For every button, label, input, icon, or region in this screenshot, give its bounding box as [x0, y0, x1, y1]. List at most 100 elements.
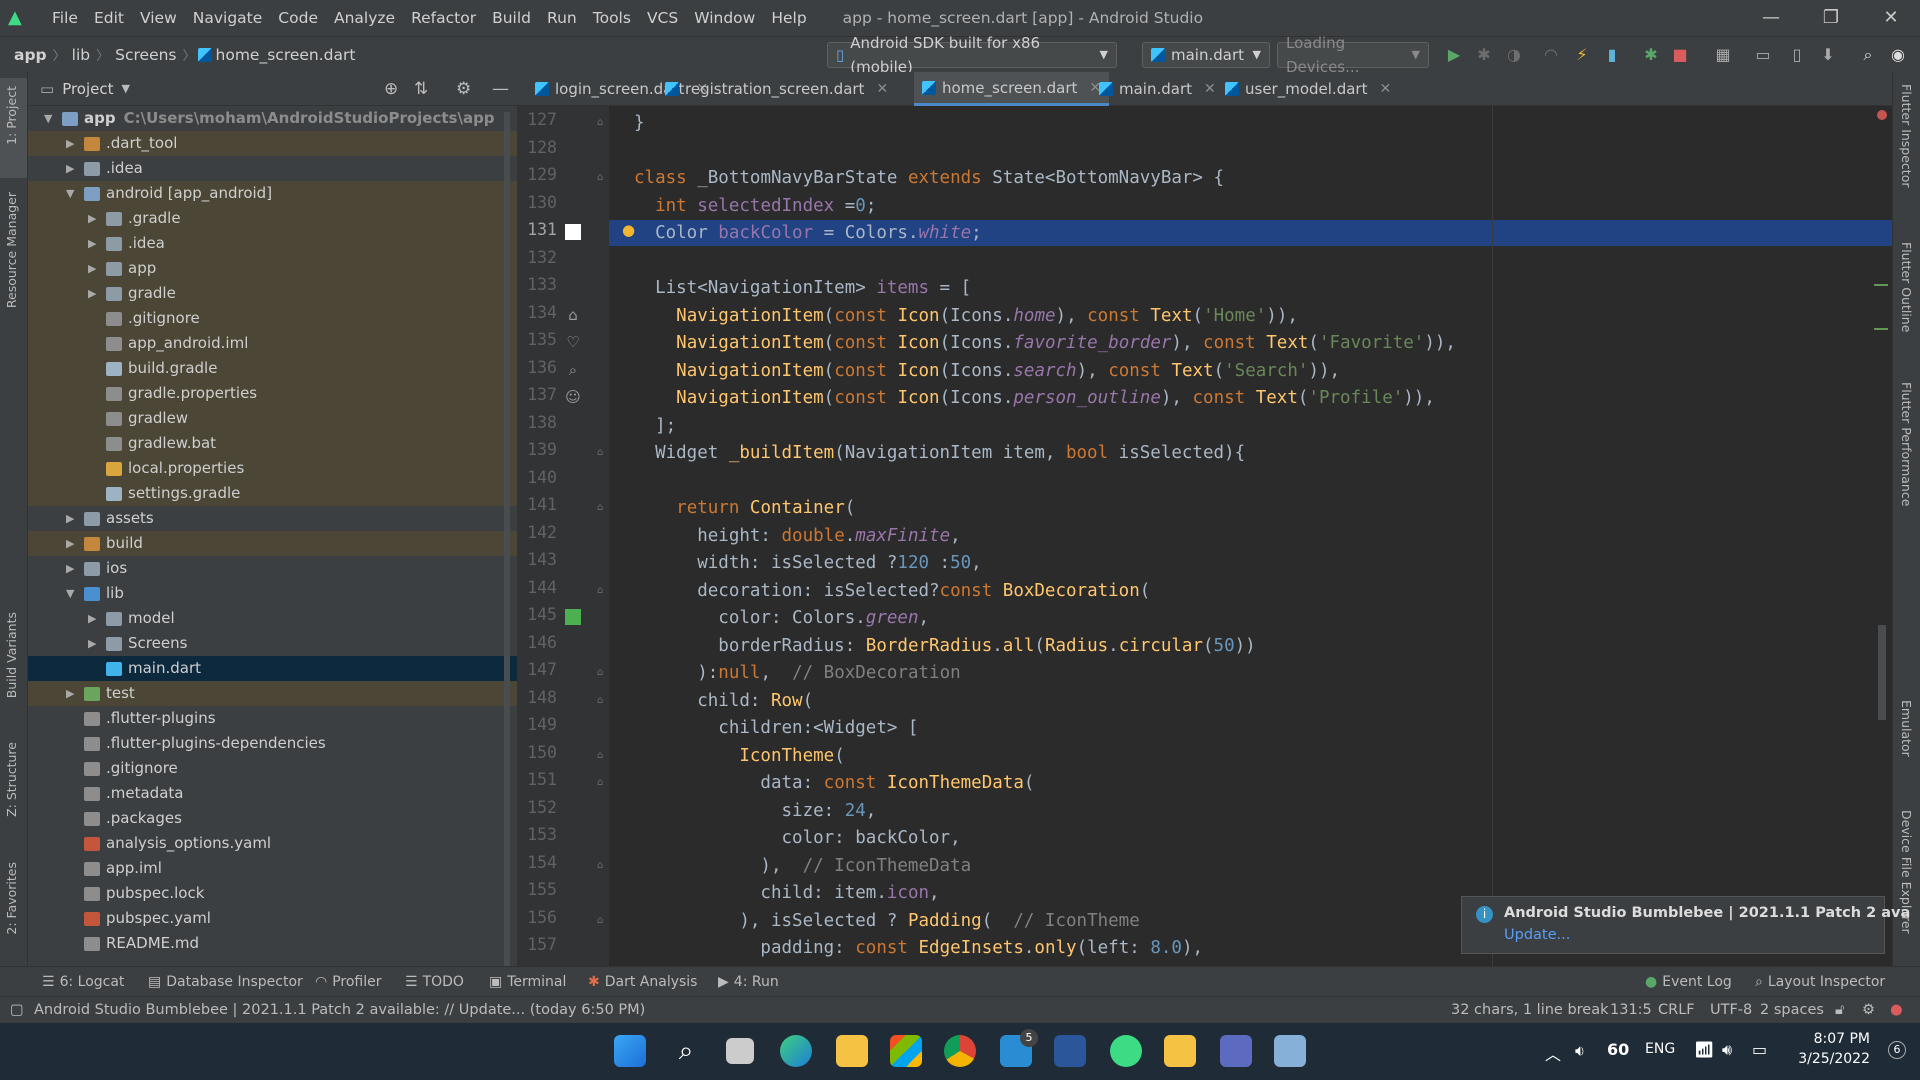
- fold-icon[interactable]: ⌂: [597, 502, 603, 513]
- tool-tab-run[interactable]: ▶ 4: Run: [718, 967, 779, 997]
- code-line[interactable]: ), isSelected ? Padding( // IconTheme: [634, 908, 1139, 935]
- breadcrumb-file[interactable]: home_screen.dart: [212, 46, 360, 64]
- gutter-icon[interactable]: ⌂: [565, 307, 581, 323]
- breadcrumb-screens[interactable]: Screens: [111, 46, 180, 64]
- gear-icon[interactable]: ⚙: [456, 79, 471, 99]
- tree-item[interactable]: ▶ .gradle: [28, 206, 517, 231]
- code-line[interactable]: borderRadius: BorderRadius.all(Radius.ci…: [634, 633, 1255, 660]
- run-config-select[interactable]: main.dart ▼: [1142, 42, 1270, 68]
- error-indicator-icon[interactable]: [1877, 110, 1887, 120]
- menu-help[interactable]: Help: [763, 0, 814, 36]
- notification-count[interactable]: 6: [1888, 1041, 1906, 1059]
- tree-item[interactable]: .metadata: [28, 781, 517, 806]
- tree-item[interactable]: ▶ model: [28, 606, 517, 631]
- menu-build[interactable]: Build: [484, 0, 539, 36]
- file-encoding[interactable]: UTF-8: [1710, 997, 1752, 1024]
- code-line[interactable]: child: Row(: [634, 688, 813, 715]
- color-preview-icon[interactable]: [565, 609, 581, 625]
- tree-item[interactable]: pubspec.lock: [28, 881, 517, 906]
- indent-setting[interactable]: 2 spaces: [1760, 997, 1824, 1024]
- menu-analyze[interactable]: Analyze: [326, 0, 403, 36]
- tree-item[interactable]: .packages: [28, 806, 517, 831]
- word-icon[interactable]: [1054, 1035, 1086, 1067]
- caret-position[interactable]: 131:5: [1610, 997, 1652, 1024]
- fold-icon[interactable]: ⌂: [597, 777, 603, 788]
- tree-item[interactable]: gradlew: [28, 406, 517, 431]
- stop-icon[interactable]: ■: [1670, 45, 1690, 65]
- tree-item[interactable]: ▶ test: [28, 681, 517, 706]
- code-line[interactable]: width: isSelected ?120 :50,: [634, 550, 982, 577]
- fold-icon[interactable]: ⌂: [597, 447, 603, 458]
- code-line[interactable]: size: 24,: [634, 798, 877, 825]
- file-explorer-icon[interactable]: [836, 1035, 868, 1067]
- project-structure-icon[interactable]: ▦: [1713, 45, 1733, 65]
- device-select[interactable]: ▯ Android SDK built for x86 (mobile) ▼: [827, 34, 1117, 76]
- lock-icon[interactable]: 🔓︎: [1835, 997, 1844, 1024]
- debug-icon[interactable]: ✱: [1474, 45, 1494, 65]
- code-line[interactable]: IconTheme(: [634, 743, 844, 770]
- tree-item[interactable]: build.gradle: [28, 356, 517, 381]
- tree-item[interactable]: local.properties: [28, 456, 517, 481]
- breadcrumb-app[interactable]: app: [10, 46, 51, 64]
- fold-icon[interactable]: ⌂: [597, 117, 603, 128]
- tool-tab-event-log[interactable]: ● Event Log: [1645, 967, 1732, 997]
- code-line[interactable]: Widget _buildItem(NavigationItem item, b…: [634, 440, 1245, 467]
- tool-tab-project[interactable]: 1: Project: [4, 86, 19, 145]
- menu-run[interactable]: Run: [539, 0, 585, 36]
- fold-icon[interactable]: ⌂: [597, 667, 603, 678]
- fold-icon[interactable]: ⌂: [597, 750, 603, 761]
- edge-icon[interactable]: [780, 1035, 812, 1067]
- close-tab-icon[interactable]: ✕: [1379, 72, 1391, 106]
- tool-tab-flutter-inspector[interactable]: Flutter Inspector: [1899, 84, 1914, 188]
- tree-item[interactable]: .gitignore: [28, 306, 517, 331]
- code-line[interactable]: Color backColor = Colors.white;: [634, 220, 982, 247]
- attach-debugger-icon[interactable]: ✱: [1641, 45, 1661, 65]
- tool-tab-dart-analysis[interactable]: ✱ Dart Analysis: [588, 967, 697, 997]
- fold-icon[interactable]: ⌂: [597, 915, 603, 926]
- collapsed-arrow-icon[interactable]: ▶: [88, 206, 100, 231]
- collapsed-arrow-icon[interactable]: ▶: [88, 606, 100, 631]
- line-separator[interactable]: CRLF: [1658, 997, 1695, 1024]
- collapsed-arrow-icon[interactable]: ▶: [66, 531, 78, 556]
- code-line[interactable]: color: backColor,: [634, 825, 961, 852]
- task-view-icon[interactable]: [726, 1038, 754, 1064]
- menu-file[interactable]: File: [44, 0, 86, 36]
- code-line[interactable]: decoration: isSelected?const BoxDecorati…: [634, 578, 1150, 605]
- tree-item[interactable]: analysis_options.yaml: [28, 831, 517, 856]
- devices-select[interactable]: Loading Devices... ▼: [1277, 34, 1429, 76]
- tree-item[interactable]: ▶ assets: [28, 506, 517, 531]
- code-line[interactable]: ):null, // BoxDecoration: [634, 660, 960, 687]
- restore-button[interactable]: ❐: [1801, 0, 1861, 36]
- code-line[interactable]: NavigationItem(const Icon(Icons.person_o…: [634, 385, 1435, 412]
- start-icon[interactable]: [614, 1035, 646, 1067]
- menu-view[interactable]: View: [132, 0, 185, 36]
- collapsed-arrow-icon[interactable]: ▶: [88, 631, 100, 656]
- code-line[interactable]: return Container(: [634, 495, 855, 522]
- editor-tab[interactable]: user_model.dart ✕: [1217, 72, 1399, 106]
- status-message[interactable]: Android Studio Bumblebee | 2021.1.1 Patc…: [34, 997, 645, 1024]
- expanded-arrow-icon[interactable]: ▼: [44, 106, 56, 131]
- close-tab-icon[interactable]: ✕: [1204, 72, 1216, 106]
- collapsed-arrow-icon[interactable]: ▶: [66, 556, 78, 581]
- code-line[interactable]: ];: [634, 413, 676, 440]
- code-line[interactable]: NavigationItem(const Icon(Icons.home), c…: [634, 303, 1298, 330]
- tree-item[interactable]: ▶ .idea: [28, 156, 517, 181]
- error-icon[interactable]: ●: [1890, 997, 1903, 1024]
- code-line[interactable]: NavigationItem(const Icon(Icons.favorite…: [634, 330, 1456, 357]
- wifi-icon[interactable]: 📶︎: [1694, 1040, 1714, 1059]
- speaker-icon[interactable]: 🔉︎: [1575, 1041, 1585, 1061]
- folder-icon[interactable]: [1164, 1035, 1196, 1067]
- tree-scrollbar[interactable]: [504, 112, 510, 992]
- tree-item[interactable]: ▶ build: [28, 531, 517, 556]
- editor-tab[interactable]: registration_screen.dart ✕: [657, 72, 896, 106]
- tool-tab-terminal[interactable]: ▣ Terminal: [489, 967, 566, 997]
- chrome-icon[interactable]: [944, 1035, 976, 1067]
- tool-tab-favorites[interactable]: 2: Favorites: [4, 862, 19, 935]
- performance-monitor-icon[interactable]: [1274, 1035, 1306, 1067]
- tool-tab-resource-manager[interactable]: Resource Manager: [4, 192, 19, 308]
- tool-tab-logcat[interactable]: ☰ 6: Logcat: [42, 967, 124, 997]
- hot-reload-icon[interactable]: ⚡: [1572, 45, 1592, 65]
- code-line[interactable]: height: double.maxFinite,: [634, 523, 960, 550]
- gutter-icon[interactable]: ☺: [565, 389, 581, 405]
- tree-item[interactable]: main.dart: [28, 656, 517, 681]
